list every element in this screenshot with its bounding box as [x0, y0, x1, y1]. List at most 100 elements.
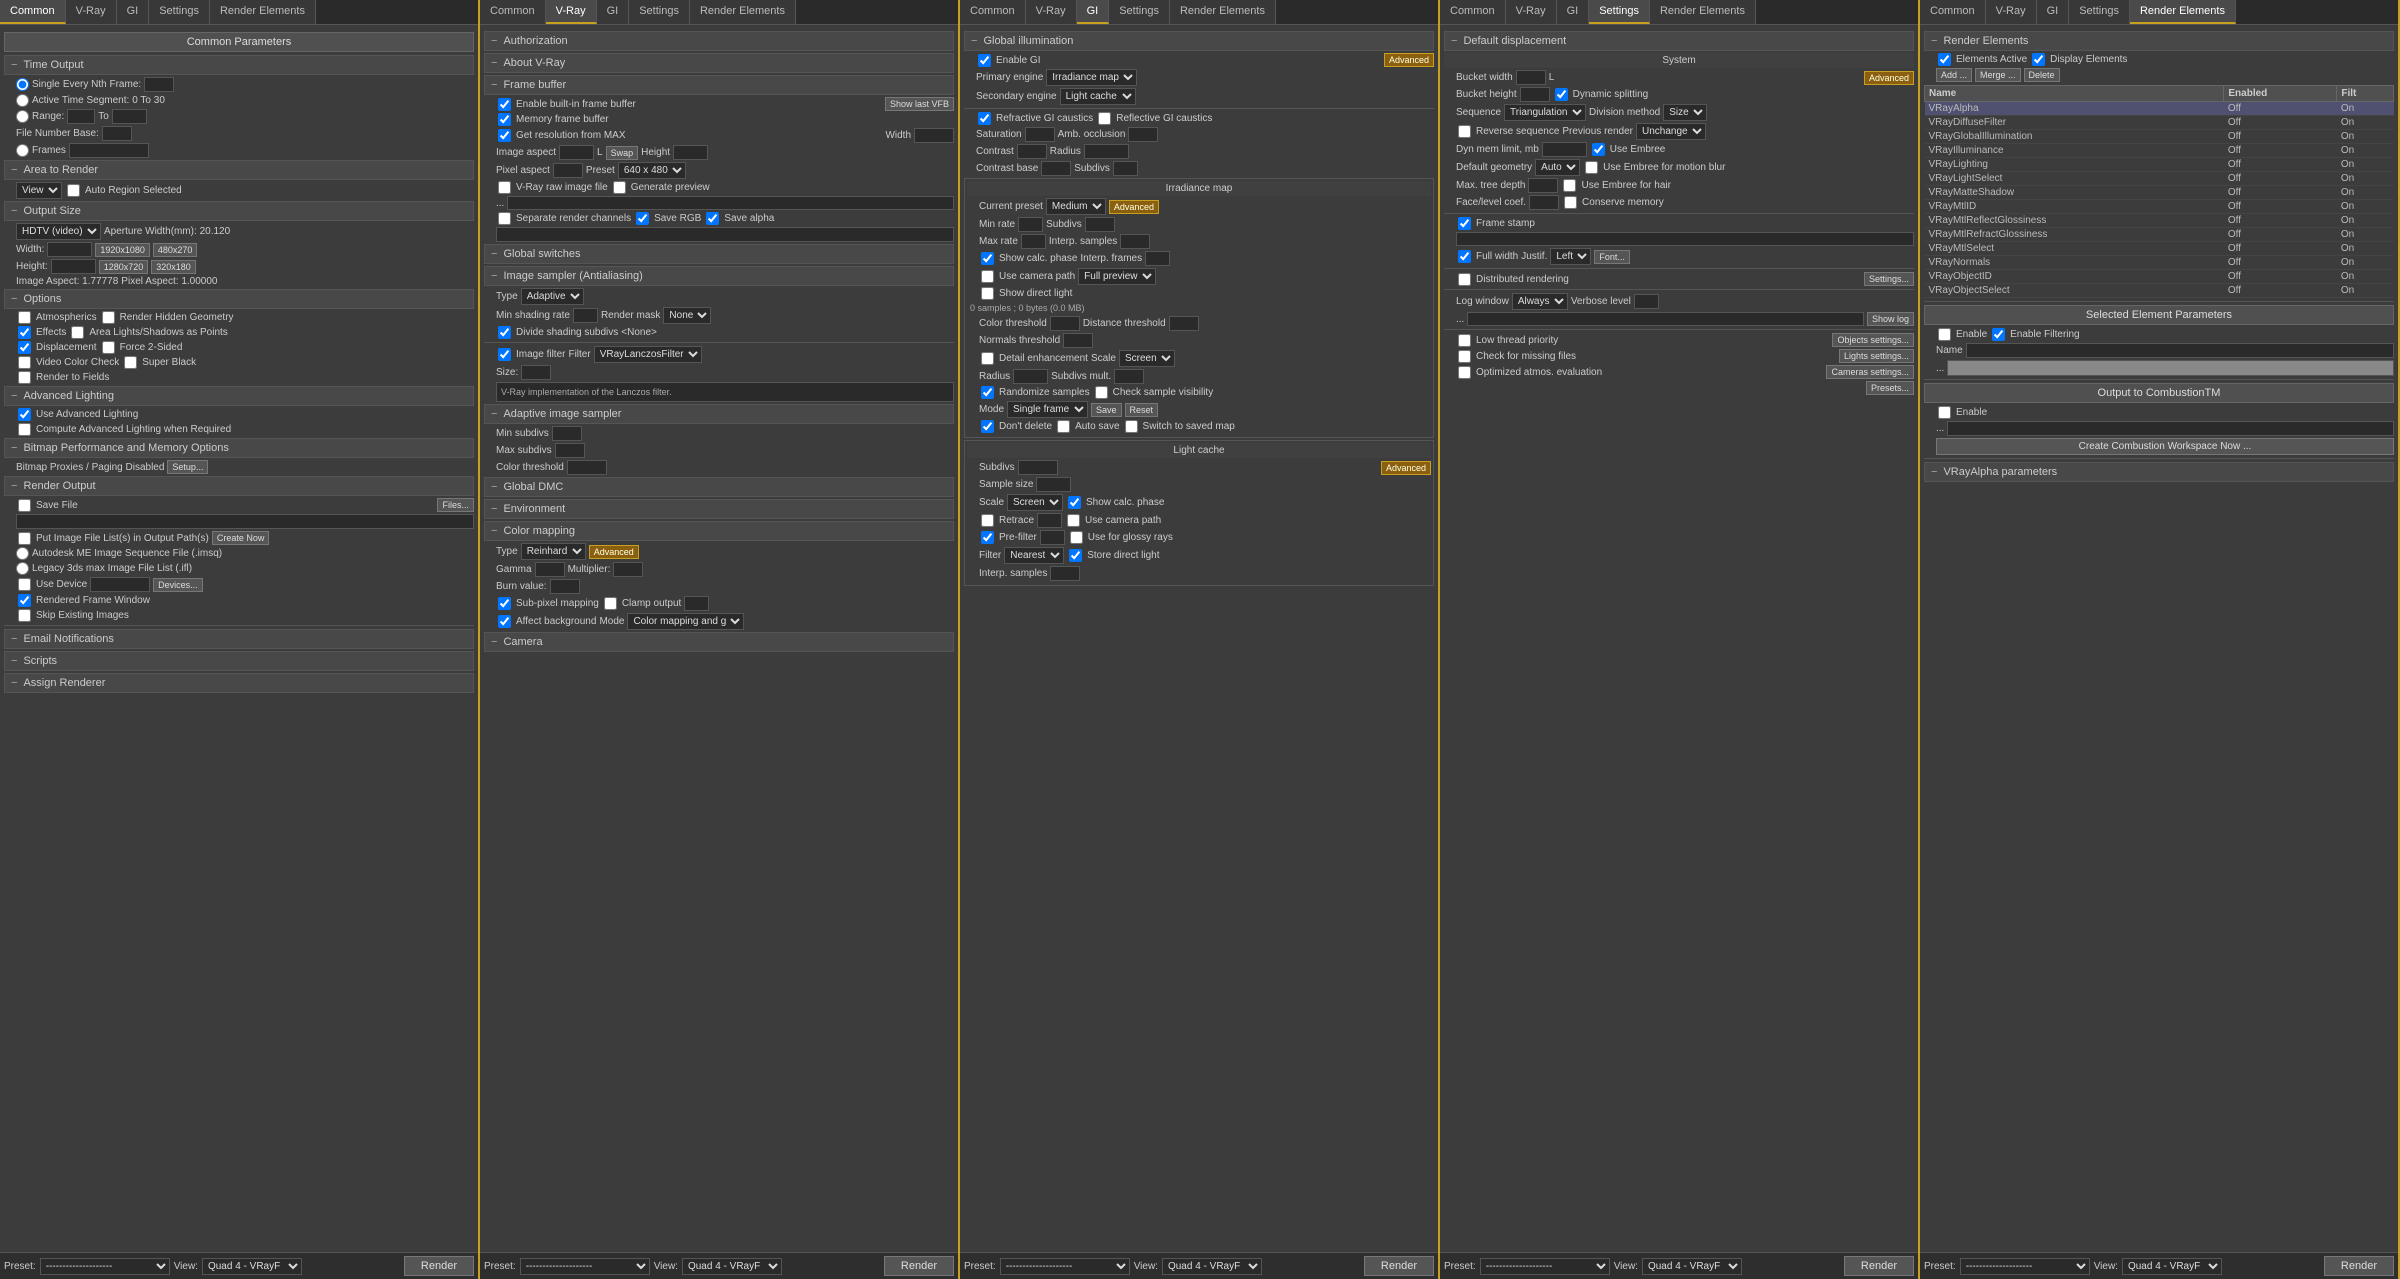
save-alpha-cb[interactable]: [706, 212, 719, 225]
use-embree-cb[interactable]: [1592, 143, 1605, 156]
table-row[interactable]: VRayAlphaOffOn: [1925, 102, 2394, 116]
options-section[interactable]: Options: [4, 289, 474, 309]
max-tree-input[interactable]: 80: [1528, 178, 1558, 193]
swap-btn[interactable]: Swap: [606, 146, 639, 160]
auto-region-cb[interactable]: [67, 184, 80, 197]
compute-adv-cb[interactable]: [18, 423, 31, 436]
frame-stamp-cb[interactable]: [1458, 217, 1471, 230]
area-to-render-section[interactable]: Area to Render: [4, 160, 474, 180]
objects-settings-btn[interactable]: Objects settings...: [1832, 333, 1914, 347]
lc-glossy-cb[interactable]: [1070, 531, 1083, 544]
table-row[interactable]: VRayGlobalIlluminationOffOn: [1925, 130, 2394, 144]
table-row[interactable]: VRayMatteShadowOffOn: [1925, 186, 2394, 200]
tab-vray-1[interactable]: V-Ray: [66, 0, 117, 24]
combustion-path-input[interactable]: [1947, 421, 2394, 436]
tab-settings-5[interactable]: Settings: [2069, 0, 2130, 24]
save-file-cb[interactable]: [18, 499, 31, 512]
size-input[interactable]: 2.0: [521, 365, 551, 380]
check-sample-cb[interactable]: [1095, 386, 1108, 399]
optimized-atmos-cb[interactable]: [1458, 366, 1471, 379]
height-input[interactable]: 2250: [51, 259, 96, 274]
table-row[interactable]: VRayLightingOffOn: [1925, 158, 2394, 172]
dyn-mem-input[interactable]: 16000: [1542, 142, 1587, 157]
lc-store-direct-cb[interactable]: [1069, 549, 1082, 562]
render-mask-select[interactable]: None: [663, 307, 711, 324]
frames-radio[interactable]: [16, 144, 29, 157]
tab-gi-1[interactable]: GI: [117, 0, 150, 24]
force2sided-cb[interactable]: [102, 341, 115, 354]
tab-vray-5[interactable]: V-Ray: [1986, 0, 2037, 24]
preset-select-2[interactable]: --------------------: [520, 1258, 650, 1275]
frame-stamp-input[interactable]: V-Ray %vrayversion | file %filename | fr…: [1456, 232, 1914, 246]
primary-engine-select[interactable]: Irradiance map: [1046, 69, 1137, 86]
preset-select-4[interactable]: --------------------: [1480, 1258, 1610, 1275]
subdivs-gi-input[interactable]: 8: [1113, 161, 1138, 176]
assign-renderer-section[interactable]: Assign Renderer: [4, 673, 474, 693]
tab-render-elements-4[interactable]: Render Elements: [1650, 0, 1756, 24]
interp-frames-input[interactable]: 2: [1145, 251, 1170, 266]
lights-settings-btn[interactable]: Lights settings...: [1839, 349, 1914, 363]
res2-btn[interactable]: 480x270: [153, 243, 198, 257]
affect-bg-cb[interactable]: [498, 615, 511, 628]
bitmap-perf-section[interactable]: Bitmap Performance and Memory Options: [4, 438, 474, 458]
irr-reset-btn[interactable]: Reset: [1125, 403, 1159, 417]
range-radio[interactable]: [16, 110, 29, 123]
radius-input[interactable]: 10.0cm: [1084, 144, 1129, 159]
cm-multiplier-input[interactable]: 1.0: [613, 562, 643, 577]
table-row[interactable]: VRayLightSelectOffOn: [1925, 172, 2394, 186]
render-btn-2[interactable]: Render: [884, 1256, 954, 1276]
scale-select[interactable]: Screen: [1119, 350, 1175, 367]
lc-scale-select[interactable]: Screen: [1007, 494, 1063, 511]
refractive-gi-cb[interactable]: [978, 112, 991, 125]
contrast-input[interactable]: 1.0: [1017, 144, 1047, 159]
merge-btn[interactable]: Merge ...: [1975, 68, 2021, 82]
output-preset-select[interactable]: HDTV (video): [16, 223, 101, 240]
pixel-aspect-fb-input[interactable]: 1.0: [553, 163, 583, 178]
save-rgb-cb[interactable]: [636, 212, 649, 225]
raw-image-cb[interactable]: [498, 181, 511, 194]
displacement-cb[interactable]: [18, 341, 31, 354]
lc-sample-size-input[interactable]: 0.01: [1036, 477, 1071, 492]
cm-advanced-btn[interactable]: Advanced: [589, 545, 639, 559]
legacy-radio[interactable]: [16, 562, 29, 575]
tab-vray-3[interactable]: V-Ray: [1026, 0, 1077, 24]
se-name-input[interactable]: VRayAlpha: [1966, 343, 2394, 358]
default-geo-select[interactable]: Auto: [1535, 159, 1580, 176]
max-rate-input[interactable]: -1: [1021, 234, 1046, 249]
area-select[interactable]: View: [16, 182, 62, 199]
normals-thresh-input[interactable]: 0.2: [1063, 333, 1093, 348]
show-last-vfb-btn[interactable]: Show last VFB: [885, 97, 954, 111]
preset-select-1[interactable]: --------------------: [40, 1258, 170, 1275]
setup-btn[interactable]: Setup...: [167, 460, 208, 474]
lc-camera-path-cb[interactable]: [1067, 514, 1080, 527]
clamp-val-input[interactable]: 1.0: [684, 596, 709, 611]
memory-fb-cb[interactable]: [498, 113, 511, 126]
table-row[interactable]: VRayMtlReflectGlossinessOffOn: [1925, 214, 2394, 228]
super-black-cb[interactable]: [124, 356, 137, 369]
table-row[interactable]: VRayIlluminanceOffOn: [1925, 144, 2394, 158]
devices-btn[interactable]: Devices...: [153, 578, 203, 592]
single-radio[interactable]: [16, 78, 29, 91]
full-preview-select[interactable]: Full preview: [1078, 268, 1156, 285]
global-dmc-section[interactable]: Global DMC: [484, 477, 954, 497]
skip-existing-cb[interactable]: [18, 609, 31, 622]
preset-select-5[interactable]: --------------------: [1960, 1258, 2090, 1275]
display-elements-cb[interactable]: [2032, 53, 2045, 66]
global-switches-section[interactable]: Global switches: [484, 244, 954, 264]
image-filter-cb[interactable]: [498, 348, 511, 361]
image-aspect-fb-input[interactable]: 1.333: [559, 145, 594, 160]
presets-btn[interactable]: Presets...: [1866, 381, 1914, 395]
camera-path-cb[interactable]: [981, 270, 994, 283]
tab-vray-4[interactable]: V-Ray: [1506, 0, 1557, 24]
justify-select[interactable]: Left: [1550, 248, 1591, 265]
effects-cb[interactable]: [18, 326, 31, 339]
create-workspace-btn[interactable]: Create Combustion Workspace Now ...: [1936, 438, 2394, 455]
preset-select-3[interactable]: --------------------: [1000, 1258, 1130, 1275]
view-select-1[interactable]: Quad 4 - VRayF: [202, 1258, 302, 1275]
time-output-section[interactable]: Time Output: [4, 55, 474, 75]
color-mapping-section[interactable]: Color mapping: [484, 521, 954, 541]
tab-render-elements-2[interactable]: Render Elements: [690, 0, 796, 24]
min-rate-input[interactable]: -3: [1018, 217, 1043, 232]
gi-section[interactable]: Global illumination: [964, 31, 1434, 51]
rendered-frame-cb[interactable]: [18, 594, 31, 607]
